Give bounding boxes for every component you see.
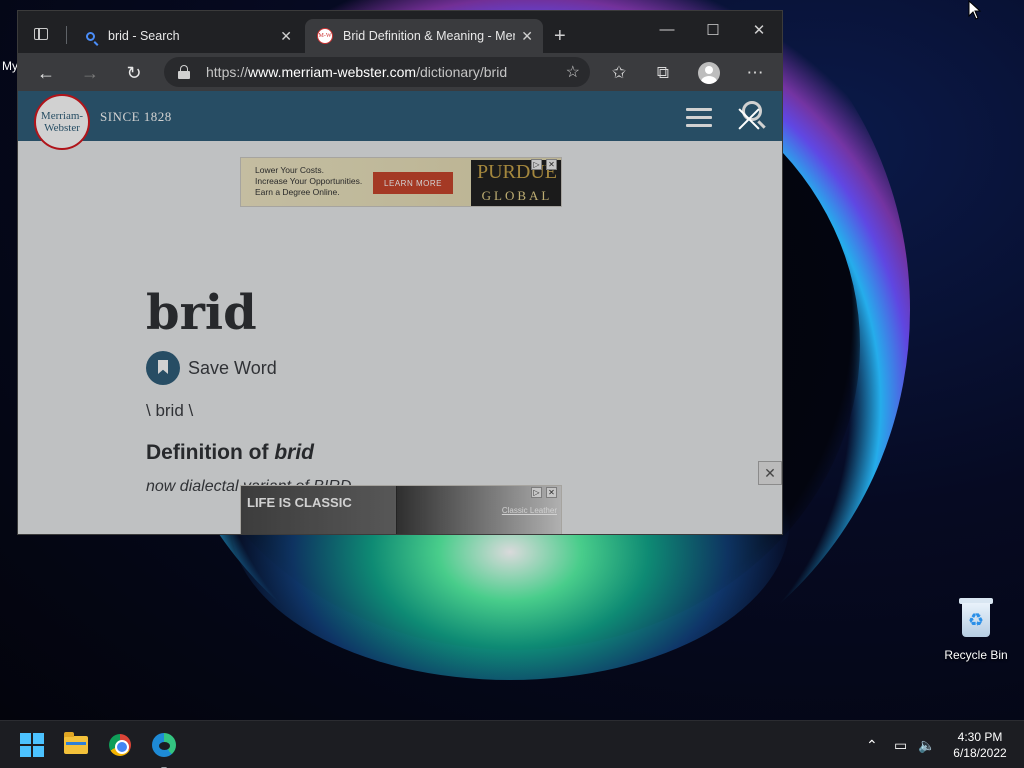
clock-time: 4:30 PM [957, 730, 1003, 744]
show-hidden-icons-icon[interactable]: ⌃ [866, 721, 878, 768]
forward-icon[interactable]: → [76, 59, 104, 87]
refresh-icon[interactable]: ↻ [120, 59, 148, 87]
browser-window: brid - Search ✕ M-W Brid Definition & Me… [17, 10, 783, 535]
windows-logo-icon [20, 733, 44, 757]
collections-icon[interactable]: ⧉ [650, 60, 676, 86]
edge-button[interactable] [148, 729, 180, 768]
tab-title: brid - Search [108, 29, 180, 43]
recycle-bin[interactable]: ♻ Recycle Bin [940, 596, 1012, 662]
modal-overlay[interactable] [18, 91, 782, 534]
favorites-icon[interactable]: ✩ [606, 60, 632, 86]
address-bar[interactable]: https://www.merriam-webster.com/dictiona… [164, 57, 590, 87]
clock-date: 6/18/2022 [953, 746, 1007, 760]
more-options-icon[interactable]: ⋯ [742, 60, 768, 86]
close-tab-icon[interactable]: ✕ [521, 28, 533, 45]
taskbar: ⌃ ▭ 🔈 4:30 PM 6/18/2022 [0, 720, 1024, 768]
close-window-icon[interactable]: ✕ [736, 21, 782, 43]
profile-icon[interactable] [696, 60, 722, 86]
volume-icon[interactable]: 🔈 [918, 721, 935, 768]
tab-title: Brid Definition & Meaning - Mer [343, 29, 515, 43]
back-icon[interactable]: ← [32, 59, 60, 87]
clock[interactable]: 4:30 PM 6/18/2022 [940, 729, 1020, 761]
chrome-button[interactable] [104, 729, 136, 761]
web-page: Merriam-Webster SINCE 1828 Lower Your Co… [18, 91, 782, 534]
url-text[interactable]: https://www.merriam-webster.com/dictiona… [206, 64, 507, 80]
tab-search[interactable]: brid - Search ✕ [76, 19, 302, 53]
network-icon[interactable]: ▭ [894, 721, 907, 768]
close-overlay-icon[interactable] [734, 105, 764, 135]
browser-toolbar: ← → ↻ https://www.merriam-webster.com/di… [18, 53, 782, 91]
file-explorer-button[interactable] [60, 729, 92, 761]
chrome-icon [109, 734, 131, 756]
tab-actions-icon[interactable] [34, 28, 48, 40]
add-favorite-icon[interactable]: ☆ [566, 62, 580, 82]
recycle-bin-label: Recycle Bin [944, 648, 1008, 662]
tab-separator [66, 26, 67, 44]
recycle-bin-icon: ♻ [958, 596, 994, 638]
close-tab-icon[interactable]: ✕ [280, 28, 292, 45]
mw-favicon-icon: M-W [317, 28, 333, 44]
tab-merriam-webster[interactable]: M-W Brid Definition & Meaning - Mer ✕ [305, 19, 543, 53]
search-icon [82, 28, 98, 44]
minimize-icon[interactable]: — [644, 21, 690, 43]
new-tab-icon[interactable]: + [554, 25, 566, 48]
lock-icon[interactable] [178, 65, 190, 79]
maximize-icon[interactable]: ☐ [690, 21, 736, 43]
start-button[interactable] [16, 729, 48, 761]
tab-strip: brid - Search ✕ M-W Brid Definition & Me… [18, 11, 782, 53]
folder-icon [64, 732, 88, 754]
edge-icon [152, 733, 176, 757]
desktop-icon-label[interactable]: My [2, 59, 18, 73]
